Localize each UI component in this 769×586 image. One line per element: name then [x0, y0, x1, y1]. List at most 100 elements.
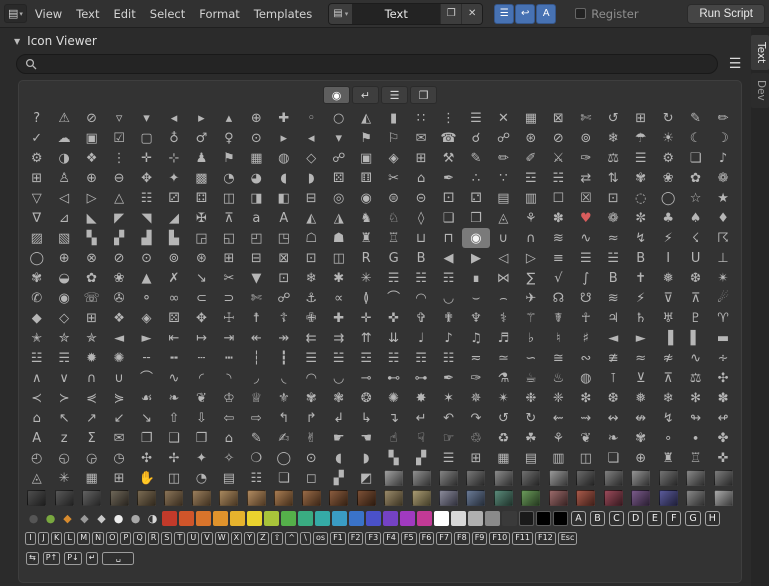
grid-icon[interactable]: ⊛ [188, 248, 215, 268]
grid-icon[interactable]: ⚐ [380, 128, 407, 148]
grid-icon[interactable]: ❧ [160, 388, 187, 408]
grid-icon[interactable]: ◗ [352, 448, 379, 468]
grid-icon[interactable]: ♘ [380, 208, 407, 228]
grid-icon[interactable]: ↯ [627, 228, 654, 248]
grid-icon[interactable]: ▞ [105, 228, 132, 248]
grid-icon[interactable]: ☳ [23, 348, 50, 368]
toggle-line-numbers[interactable]: ☰ [494, 4, 514, 24]
editor-type-button[interactable]: ▤ ▾ [4, 4, 27, 23]
brush-preview-cell[interactable] [709, 468, 736, 488]
grid-icon[interactable]: ❒ [188, 428, 215, 448]
grid-icon[interactable]: ⊟ [298, 188, 325, 208]
brush-preview-cell[interactable] [572, 468, 599, 488]
grid-icon[interactable]: ✺ [105, 348, 132, 368]
grid-icon[interactable]: ≻ [50, 388, 77, 408]
grid-icon[interactable]: I [654, 248, 681, 268]
grid-icon[interactable]: ✿ [682, 168, 709, 188]
grid-icon[interactable]: ☷ [133, 188, 160, 208]
grid-icon[interactable]: ☴ [380, 268, 407, 288]
grid-icon[interactable]: ↷ [462, 408, 489, 428]
grid-icon[interactable]: ☵ [545, 168, 572, 188]
grid-icon[interactable]: ▞ [407, 448, 434, 468]
grid-icon[interactable]: ┆ [243, 348, 270, 368]
grid-icon[interactable]: ✠ [188, 208, 215, 228]
grid-icon[interactable]: ▮ [380, 108, 407, 128]
grid-icon[interactable]: ✚ [270, 108, 297, 128]
grid-icon[interactable]: ☊ [545, 288, 572, 308]
brush-preview-cell[interactable] [462, 488, 489, 508]
grid-icon[interactable]: ☱ [325, 348, 352, 368]
key-icon[interactable]: P↑ [43, 552, 61, 565]
grid-icon[interactable]: ⚅ [352, 168, 379, 188]
color-swatch[interactable] [400, 511, 415, 526]
key-icon[interactable]: F8 [454, 532, 470, 545]
grid-icon[interactable]: ⚂ [160, 188, 187, 208]
color-swatch[interactable] [536, 511, 551, 526]
panel-header[interactable]: ▼ Icon Viewer [0, 28, 751, 52]
grid-icon[interactable]: ⌒ [133, 368, 160, 388]
grid-icon[interactable]: ⚠ [50, 108, 77, 128]
grid-icon[interactable]: ✐ [517, 148, 544, 168]
key-icon[interactable]: Y [244, 532, 255, 545]
grid-icon[interactable]: ◔ [215, 168, 242, 188]
grid-icon[interactable]: ≂ [462, 348, 489, 368]
grid-icon[interactable]: ♕ [243, 388, 270, 408]
grid-icon[interactable]: ✕ [490, 108, 517, 128]
grid-icon[interactable]: ◌ [627, 188, 654, 208]
brush-preview-cell[interactable] [352, 488, 379, 508]
grid-icon[interactable]: ⌣ [462, 288, 489, 308]
grid-icon[interactable]: ☒ [572, 188, 599, 208]
grid-icon[interactable]: ⊕ [243, 108, 270, 128]
color-swatch[interactable] [230, 511, 245, 526]
grid-icon[interactable]: ♖ [682, 448, 709, 468]
grid-icon[interactable]: ☰ [462, 108, 489, 128]
grid-icon[interactable]: ⊞ [215, 248, 242, 268]
color-swatch[interactable] [366, 511, 381, 526]
grid-icon[interactable]: G [380, 248, 407, 268]
grid-icon[interactable]: ⊻ [627, 368, 654, 388]
new-copy-button[interactable]: ❐ [440, 4, 461, 24]
key-icon[interactable]: T [174, 532, 185, 545]
grid-icon[interactable]: ✑ [572, 148, 599, 168]
grid-icon[interactable]: ↯ [654, 408, 681, 428]
brush-preview-cell[interactable] [105, 488, 132, 508]
grid-icon[interactable]: ╍ [160, 348, 187, 368]
grid-icon[interactable]: ⊚ [160, 248, 187, 268]
grid-icon[interactable]: ▙ [160, 228, 187, 248]
color-swatch[interactable] [383, 511, 398, 526]
grid-icon[interactable]: ↦ [188, 328, 215, 348]
grid-icon[interactable]: ◬ [23, 468, 50, 488]
brush-preview-cell[interactable] [490, 468, 517, 488]
grid-icon[interactable]: ◖ [325, 448, 352, 468]
grid-icon[interactable]: ↮ [627, 408, 654, 428]
grid-icon[interactable]: ❦ [188, 388, 215, 408]
brush-preview-cell[interactable] [517, 488, 544, 508]
color-swatch[interactable] [451, 511, 466, 526]
grid-icon[interactable]: ☷ [243, 468, 270, 488]
grid-icon[interactable]: ⊠ [545, 108, 572, 128]
grid-icon[interactable]: ☌ [462, 128, 489, 148]
grid-icon[interactable]: ⊷ [380, 368, 407, 388]
grid-icon[interactable]: ↺ [490, 408, 517, 428]
grid-icon[interactable]: ⊠ [270, 248, 297, 268]
grid-icon[interactable]: ✉ [407, 128, 434, 148]
key-icon[interactable]: ␣ [102, 552, 134, 565]
grid-icon[interactable]: ✙ [298, 308, 325, 328]
grid-icon[interactable]: ♖ [380, 228, 407, 248]
grid-icon[interactable]: ◯ [654, 188, 681, 208]
grid-icon[interactable]: ≋ [545, 228, 572, 248]
grid-icon[interactable]: ○ [325, 108, 352, 128]
grid-icon[interactable]: ⇤ [160, 328, 187, 348]
grid-icon[interactable]: ☷ [435, 348, 462, 368]
color-swatch[interactable] [502, 511, 517, 526]
grid-icon[interactable]: ✞ [407, 308, 434, 328]
grid-icon[interactable]: ⊝ [407, 188, 434, 208]
grid-icon[interactable]: ▩ [188, 168, 215, 188]
grid-icon[interactable]: ✋ [133, 468, 160, 488]
grid-icon[interactable]: ⚄ [160, 308, 187, 328]
grid-icon[interactable]: ⚑ [352, 128, 379, 148]
key-icon[interactable]: Z [257, 532, 268, 545]
key-icon-d[interactable]: D [628, 511, 643, 526]
key-icon[interactable]: ⇆ [26, 552, 39, 565]
grid-icon[interactable]: ≈ [600, 228, 627, 248]
